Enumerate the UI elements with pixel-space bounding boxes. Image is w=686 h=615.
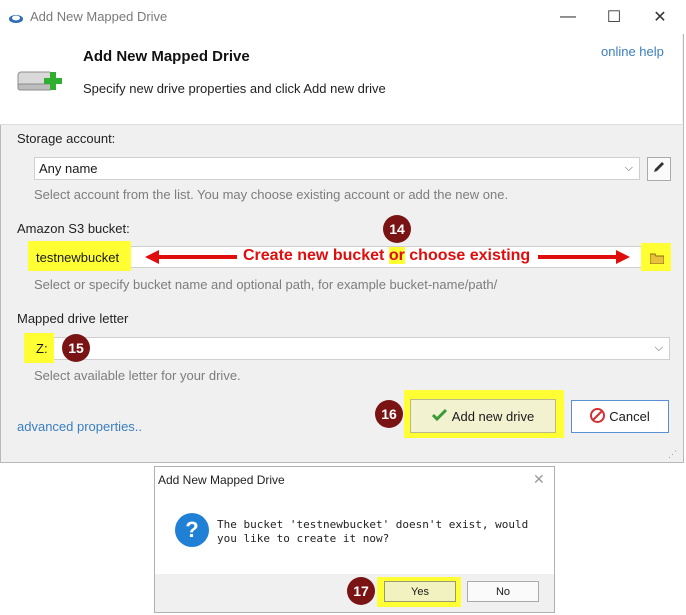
maximize-button[interactable]: ☐ [591, 0, 637, 34]
add-new-drive-label: Add new drive [451, 408, 535, 424]
drive-letter-hint: Select available letter for your drive. [34, 368, 241, 383]
step-marker-17: 17 [347, 577, 375, 605]
step-marker-15: 15 [62, 334, 90, 362]
add-drive-icon [16, 64, 64, 100]
browse-bucket-button[interactable] [641, 243, 671, 271]
bucket-value: testnewbucket [36, 250, 120, 265]
right-arrow [538, 250, 630, 264]
storage-account-value: Any name [39, 161, 98, 176]
drive-letter-select[interactable]: ⌵ [34, 337, 670, 360]
drive-letter-value: Z: [36, 341, 48, 356]
checkmark-icon [431, 408, 447, 424]
storage-account-label: Storage account: [17, 131, 116, 146]
annotation-part-1: Create new bucket [243, 247, 389, 264]
add-new-drive-button[interactable]: Add new drive [410, 399, 556, 433]
window-title: Add New Mapped Drive [30, 9, 168, 24]
bucket-label: Amazon S3 bucket: [17, 221, 130, 236]
left-arrow [145, 250, 237, 264]
annotation-part-2: choose existing [404, 247, 531, 264]
no-button[interactable]: No [467, 581, 539, 602]
step-marker-14: 14 [383, 215, 411, 243]
annotation-text: Create new bucket or choose existing [243, 247, 530, 265]
header-title: Add New Mapped Drive [83, 48, 250, 65]
storage-account-select[interactable]: Any name ⌵ [34, 157, 640, 180]
pencil-icon [652, 160, 666, 179]
cancel-icon [590, 407, 606, 426]
edit-account-button[interactable] [647, 157, 671, 181]
chevron-down-icon: ⌵ [654, 342, 663, 354]
drive-letter-label: Mapped drive letter [17, 311, 129, 326]
advanced-properties-link[interactable]: advanced properties.. [17, 419, 142, 434]
online-help-link[interactable]: online help [601, 44, 664, 59]
header-subtitle: Specify new drive properties and click A… [83, 81, 386, 96]
annotation-or: or [388, 247, 405, 264]
yes-button[interactable]: Yes [384, 581, 456, 602]
app-cloud-icon [8, 11, 24, 23]
storage-account-hint: Select account from the list. You may ch… [34, 187, 509, 202]
dialog-title: Add New Mapped Drive [158, 473, 285, 487]
close-button[interactable]: ✕ [637, 0, 683, 34]
chevron-down-icon: ⌵ [624, 162, 633, 174]
question-icon: ? [175, 513, 209, 547]
step-marker-16: 16 [375, 400, 403, 428]
resize-grip-icon[interactable]: ⋰ [668, 449, 677, 460]
dialog-close-button[interactable]: ✕ [533, 471, 545, 488]
bucket-hint: Select or specify bucket name and option… [34, 277, 498, 292]
dialog-message: The bucket 'testnewbucket' doesn't exist… [217, 518, 529, 545]
minimize-button[interactable]: — [545, 0, 591, 34]
cancel-label: Cancel [609, 409, 650, 424]
cancel-button[interactable]: Cancel [571, 400, 669, 433]
folder-icon [649, 251, 665, 269]
